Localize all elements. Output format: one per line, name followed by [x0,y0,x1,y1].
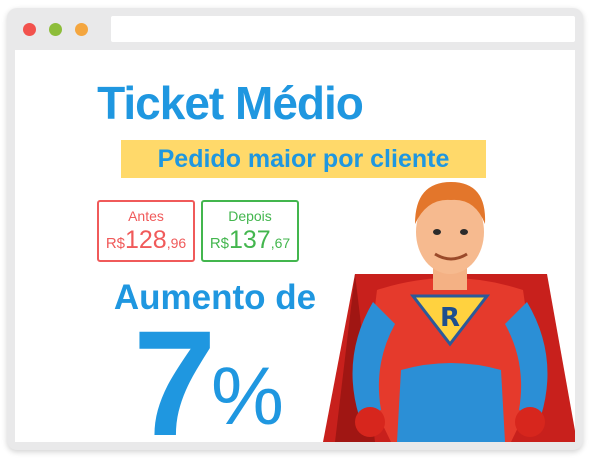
close-window-icon[interactable] [23,23,36,36]
browser-window: Ticket Médio Pedido maior por cliente An… [7,8,583,450]
before-value-box: Antes R$128,96 [97,200,195,262]
before-value: R$128,96 [99,226,193,255]
address-bar[interactable] [111,16,575,42]
before-decimal: ,96 [166,235,187,251]
hero-belly [397,363,505,442]
before-label: Antes [128,208,164,224]
after-label: Depois [228,208,272,224]
hero-emblem-letter: R [440,303,460,333]
after-integer: 137 [229,226,271,254]
after-value: R$137,67 [203,226,297,255]
minimize-window-icon[interactable] [49,23,62,36]
before-currency: R$ [105,235,125,252]
after-currency: R$ [209,235,229,252]
page-title: Ticket Médio [97,77,364,129]
superhero-illustration: R [323,182,575,442]
page-content: Ticket Médio Pedido maior por cliente An… [15,50,575,442]
increase-value: 7 [133,299,217,442]
browser-titlebar [7,8,583,50]
after-decimal: ,67 [270,235,291,251]
page-subtitle: Pedido maior por cliente [121,140,486,178]
before-integer: 128 [125,226,167,254]
maximize-window-icon[interactable] [75,23,88,36]
after-value-box: Depois R$137,67 [201,200,299,262]
increase-unit: % [211,351,284,442]
